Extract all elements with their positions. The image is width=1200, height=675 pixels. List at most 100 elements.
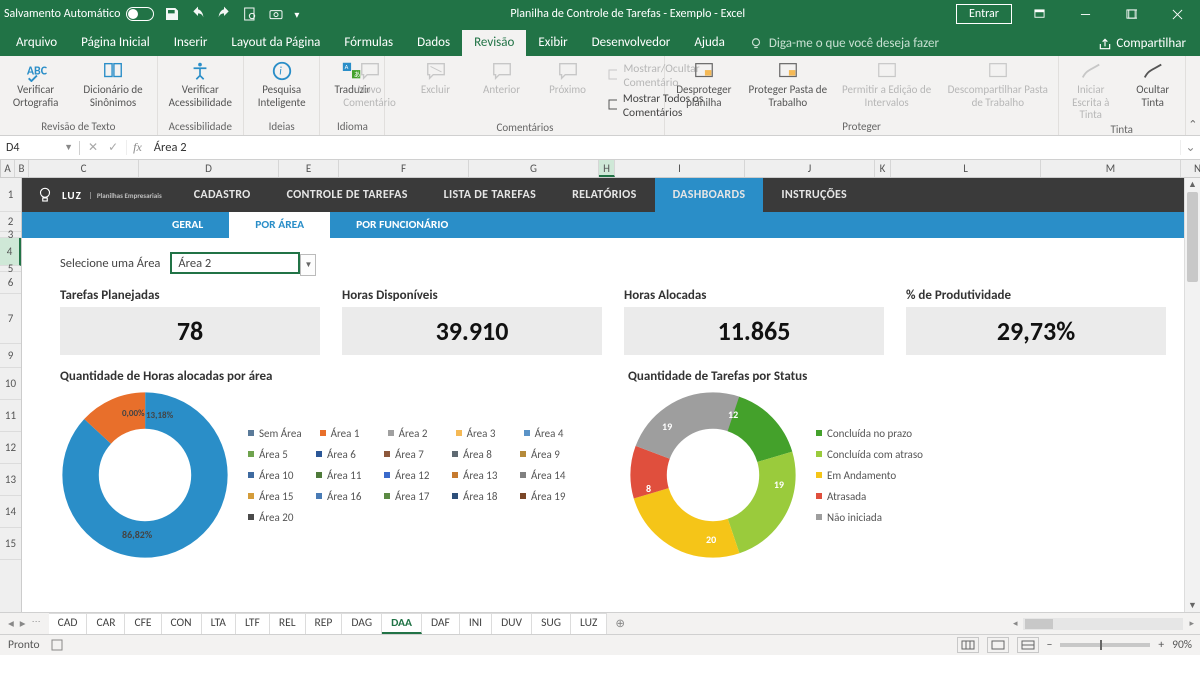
sheet-nav[interactable]: ◂ ▸ ⋯ — [0, 616, 49, 631]
row-header-14[interactable]: 14 — [0, 496, 21, 528]
dashtab-dashboards[interactable]: DASHBOARDS — [655, 178, 764, 212]
preview-icon[interactable] — [242, 6, 258, 22]
cancel-formula-icon[interactable]: ✕ — [88, 140, 98, 155]
btn-ocultar-tinta[interactable]: Ocultar Tinta — [1127, 60, 1179, 109]
signin-button[interactable]: Entrar — [956, 4, 1012, 24]
sheet-tab-luz[interactable]: LUZ — [571, 613, 607, 634]
btn-pesquisa[interactable]: i Pesquisa Inteligente — [250, 60, 314, 109]
undo-icon[interactable] — [190, 6, 206, 22]
close-button[interactable] — [1158, 0, 1196, 28]
hscroll-left-icon[interactable]: ◂ — [1013, 618, 1018, 629]
area-select-dropdown[interactable]: ▼ — [300, 254, 316, 276]
dashtab-cadastro[interactable]: CADASTRO — [176, 178, 269, 212]
tab-exibir[interactable]: Exibir — [526, 30, 579, 56]
zoom-out-button[interactable]: − — [1047, 638, 1053, 652]
macro-record-icon[interactable] — [50, 638, 64, 652]
sheet-tab-duv[interactable]: DUV — [492, 613, 532, 634]
view-normal-button[interactable] — [957, 637, 979, 653]
btn-proximo[interactable]: Próximo — [542, 60, 594, 97]
col-header-G[interactable]: G — [469, 160, 599, 177]
sheet-tab-cad[interactable]: CAD — [49, 613, 88, 634]
col-header-J[interactable]: J — [745, 160, 875, 177]
zoom-slider[interactable] — [1060, 643, 1150, 647]
col-header-N[interactable]: N — [1181, 160, 1200, 177]
dashtab-relatorios[interactable]: RELATÓRIOS — [554, 178, 655, 212]
ribbon-options-button[interactable] — [1020, 0, 1058, 28]
name-box[interactable]: D4 ▼ — [0, 141, 80, 155]
col-header-H[interactable]: H — [599, 160, 615, 177]
col-header-K[interactable]: K — [875, 160, 891, 177]
nav-next-icon[interactable]: ▸ — [20, 616, 26, 631]
btn-dicionario[interactable]: Dicionário de Sinônimos — [75, 60, 150, 109]
tellme-search[interactable]: Diga-me o que você deseja fazer — [737, 31, 951, 56]
sheet-content[interactable]: LUZ Planilhas Empresariais CADASTRO CONT… — [22, 178, 1184, 612]
hscroll-right-icon[interactable]: ▸ — [1189, 618, 1194, 629]
sheet-tab-ltf[interactable]: LTF — [236, 613, 270, 634]
row-header-11[interactable]: 11 — [0, 400, 21, 432]
vertical-scrollbar[interactable]: ▲ ▼ — [1184, 178, 1200, 612]
dashtab-lista[interactable]: LISTA DE TAREFAS — [426, 178, 554, 212]
row-header-10[interactable]: 10 — [0, 368, 21, 400]
btn-iniciar-tinta[interactable]: Iniciar Escrita à Tinta — [1065, 60, 1117, 122]
col-header-I[interactable]: I — [615, 160, 745, 177]
sheet-tab-sug[interactable]: SUG — [532, 613, 571, 634]
col-header-M[interactable]: M — [1041, 160, 1181, 177]
row-header-6[interactable]: 6 — [0, 272, 21, 294]
sheet-tab-rep[interactable]: REP — [306, 613, 343, 634]
row-header-1[interactable]: 1 — [0, 178, 21, 212]
save-icon[interactable] — [164, 6, 180, 22]
tab-ajuda[interactable]: Ajuda — [682, 30, 737, 56]
tab-dev[interactable]: Desenvolvedor — [580, 30, 683, 56]
scroll-down-icon[interactable]: ▼ — [1185, 600, 1200, 611]
formula-input[interactable]: Área 2 — [148, 140, 1180, 155]
zoom-level[interactable]: 90% — [1172, 638, 1192, 652]
col-header-F[interactable]: F — [339, 160, 469, 177]
autosave-switch[interactable] — [126, 7, 154, 21]
sheet-tab-car[interactable]: CAR — [87, 613, 125, 634]
col-header-A[interactable]: A — [1, 160, 15, 177]
col-header-D[interactable]: D — [139, 160, 279, 177]
btn-novo-comentario[interactable]: Novo Comentário — [344, 60, 396, 109]
sheet-tab-ini[interactable]: INI — [460, 613, 492, 634]
zoom-in-button[interactable]: + — [1158, 638, 1164, 652]
confirm-formula-icon[interactable]: ✓ — [108, 140, 118, 155]
row-header-9[interactable]: 9 — [0, 344, 21, 368]
share-button[interactable]: Compartilhar — [1088, 31, 1196, 56]
maximize-button[interactable] — [1112, 0, 1150, 28]
scroll-up-icon[interactable]: ▲ — [1185, 179, 1200, 190]
tab-revisao[interactable]: Revisão — [462, 30, 526, 56]
btn-proteger-pasta[interactable]: Proteger Pasta de Trabalho — [746, 60, 829, 109]
nav-more-icon[interactable]: ⋯ — [32, 616, 41, 631]
col-header-L[interactable]: L — [891, 160, 1041, 177]
sheet-tab-rel[interactable]: REL — [270, 613, 306, 634]
redo-icon[interactable] — [216, 6, 232, 22]
scroll-thumb[interactable] — [1187, 192, 1198, 282]
fx-icon[interactable]: fx — [127, 140, 148, 155]
view-pagebreak-button[interactable] — [1017, 637, 1039, 653]
btn-acessibilidade[interactable]: Verificar Acessibilidade — [164, 60, 237, 109]
area-select-cell[interactable]: Área 2 ▼ — [170, 252, 300, 274]
sheet-tab-daa[interactable]: DAA — [382, 613, 422, 634]
nav-prev-icon[interactable]: ◂ — [8, 616, 14, 631]
ribbon-collapse-button[interactable]: ⌃ — [1186, 56, 1200, 135]
dashtab-controle[interactable]: CONTROLE DE TAREFAS — [269, 178, 426, 212]
sheet-tab-daf[interactable]: DAF — [422, 613, 460, 634]
sheet-tab-cfe[interactable]: CFE — [125, 613, 161, 634]
tab-arquivo[interactable]: Arquivo — [4, 30, 69, 56]
btn-excluir[interactable]: Excluir — [410, 60, 462, 97]
row-header-7[interactable]: 7 — [0, 294, 21, 344]
tab-inserir[interactable]: Inserir — [162, 30, 220, 56]
view-layout-button[interactable] — [987, 637, 1009, 653]
minimize-button[interactable] — [1066, 0, 1104, 28]
formula-expand-button[interactable]: ⌄ — [1180, 140, 1200, 155]
btn-anterior[interactable]: Anterior — [476, 60, 528, 97]
subtab-func[interactable]: POR FUNCIONÁRIO — [330, 212, 474, 238]
tab-dados[interactable]: Dados — [405, 30, 462, 56]
col-header-B[interactable]: B — [15, 160, 29, 177]
btn-descompart[interactable]: Descompartilhar Pasta de Trabalho — [944, 60, 1052, 109]
tab-formulas[interactable]: Fórmulas — [332, 30, 405, 56]
tab-inicio[interactable]: Página Inicial — [69, 30, 162, 56]
col-header-E[interactable]: E — [279, 160, 339, 177]
horizontal-scrollbar[interactable]: ◂ ▸ — [633, 618, 1200, 630]
sheet-tab-lta[interactable]: LTA — [202, 613, 236, 634]
